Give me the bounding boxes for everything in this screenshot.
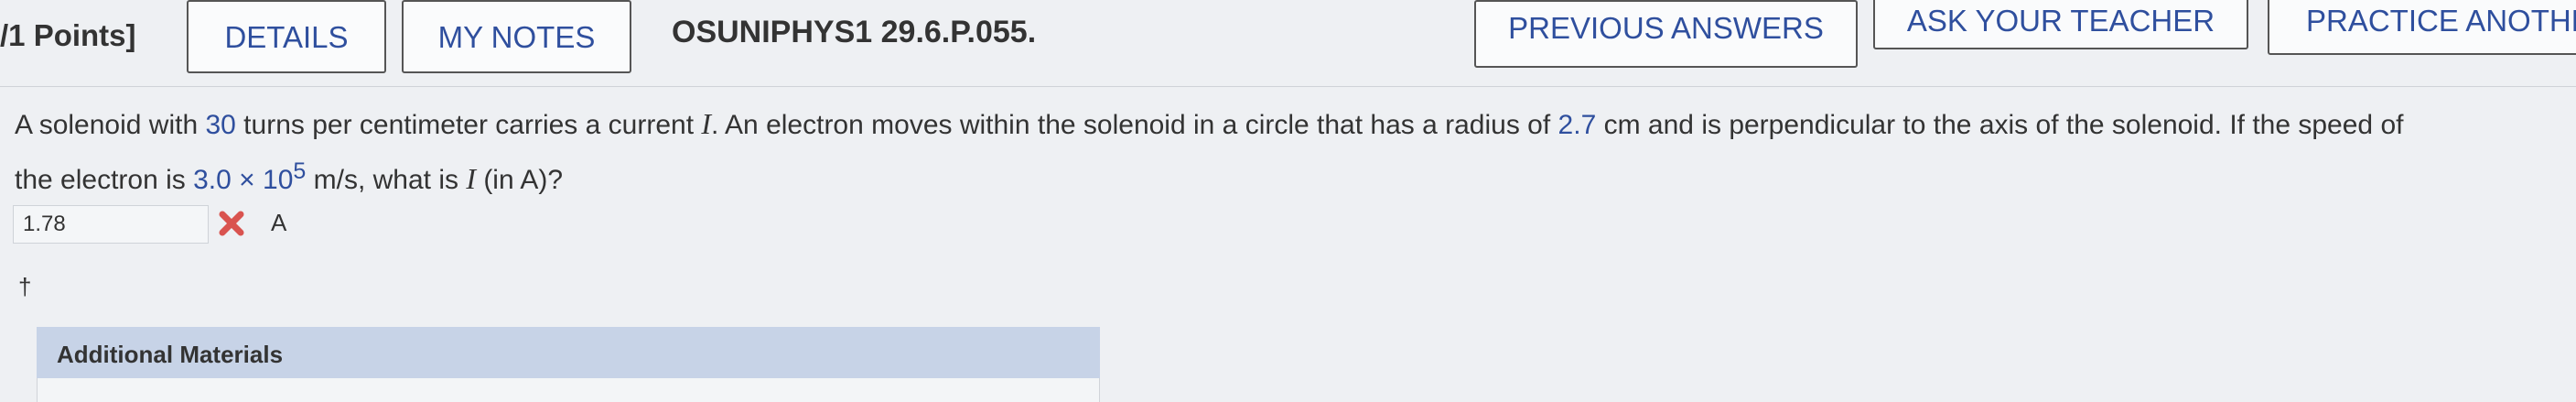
question-text-part: . An electron moves within the solenoid …	[711, 110, 1558, 140]
current-variable: I	[466, 162, 476, 195]
question-text: A solenoid with 30 turns per centimeter …	[15, 101, 2576, 203]
additional-materials-body	[37, 378, 1100, 402]
header-divider	[0, 86, 2576, 87]
question-text-part: m/s, what is	[306, 165, 467, 195]
speed-value: 3.0 × 105	[193, 158, 306, 195]
turns-value: 30	[205, 110, 236, 140]
ask-your-teacher-button[interactable]: ASK YOUR TEACHER	[1873, 0, 2248, 49]
radius-value: 2.7	[1557, 110, 1597, 140]
speed-exponent: 5	[293, 158, 307, 184]
question-page: /1 Points] DETAILS MY NOTES OSUNIPHYS1 2…	[0, 0, 2576, 402]
footnote-marker: †	[18, 273, 32, 300]
my-notes-button[interactable]: MY NOTES	[402, 0, 631, 73]
wrong-x-icon	[219, 211, 244, 236]
question-id: OSUNIPHYS1 29.6.P.055.	[672, 15, 1037, 49]
answer-input[interactable]	[13, 205, 209, 244]
question-text-part: the electron is	[15, 165, 194, 195]
current-variable: I	[701, 107, 712, 140]
previous-answers-button[interactable]: PREVIOUS ANSWERS	[1474, 0, 1858, 68]
additional-materials-header[interactable]: Additional Materials	[37, 327, 1100, 378]
practice-another-button[interactable]: PRACTICE ANOTHE	[2268, 0, 2576, 55]
question-text-part: turns per centimeter carries a current	[235, 110, 702, 140]
question-text-part: A solenoid with	[15, 110, 206, 140]
speed-mantissa: 3.0 × 10	[193, 165, 294, 195]
answer-unit: A	[271, 209, 287, 236]
question-text-part: cm and is perpendicular to the axis of t…	[1596, 110, 2404, 140]
additional-materials-label: Additional Materials	[57, 341, 284, 368]
points-label: /1 Points]	[0, 18, 136, 52]
question-text-part: (in A)?	[475, 165, 564, 195]
details-button[interactable]: DETAILS	[187, 0, 386, 73]
